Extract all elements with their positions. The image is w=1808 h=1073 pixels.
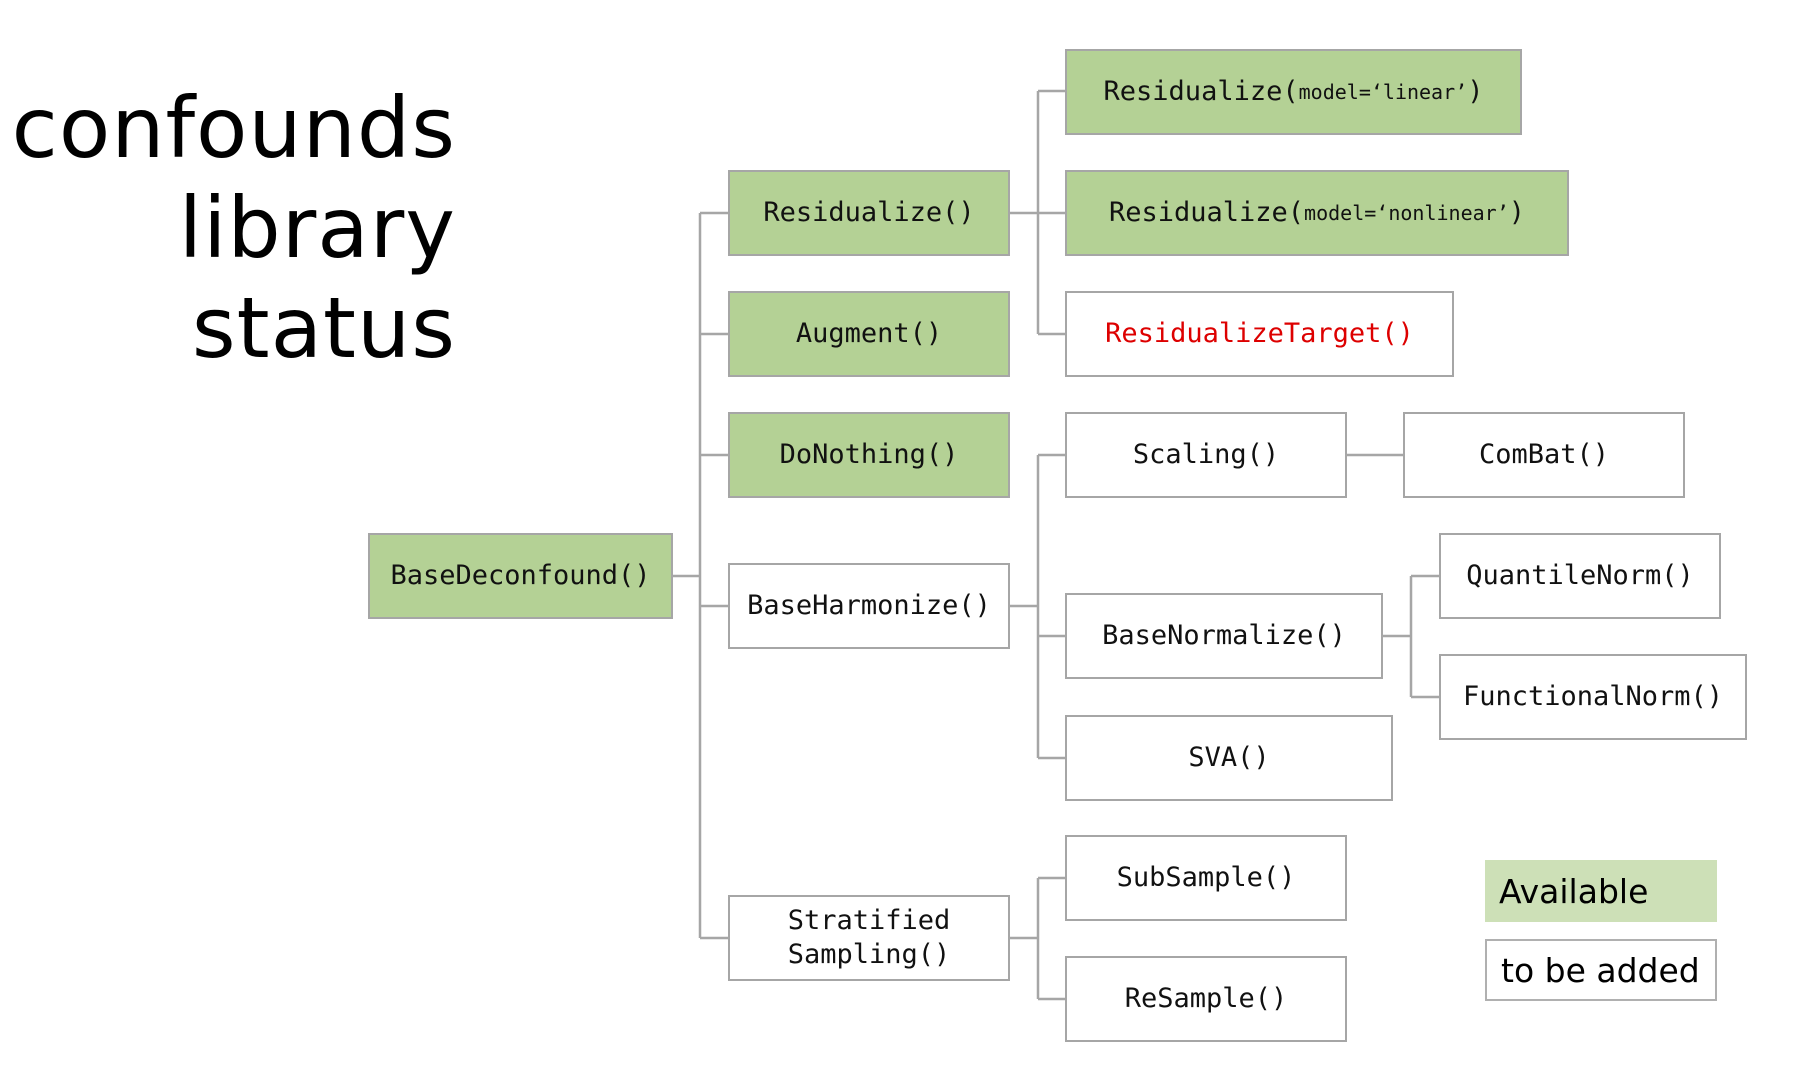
node-arg: model=‘linear’	[1298, 80, 1468, 104]
node-subsample: SubSample()	[1065, 835, 1347, 921]
node-label: Sampling()	[787, 939, 951, 970]
legend-label: Available	[1499, 871, 1649, 911]
node-base-harmonize: BaseHarmonize()	[728, 563, 1010, 649]
node-label: Residualize(	[1108, 197, 1305, 228]
node-base-deconfound: BaseDeconfound()	[368, 533, 673, 619]
node-label: FunctionalNorm()	[1462, 681, 1724, 712]
node-functional-norm: FunctionalNorm()	[1439, 654, 1747, 740]
node-label: BaseDeconfound()	[390, 560, 651, 591]
node-quantile-norm: QuantileNorm()	[1439, 533, 1721, 619]
node-label: Augment()	[795, 318, 943, 349]
node-label: DoNothing()	[779, 439, 959, 470]
node-residualize-nonlinear: Residualize(model=‘nonlinear’)	[1065, 170, 1569, 256]
node-arg: model=‘nonlinear’	[1304, 201, 1509, 225]
node-label: Scaling()	[1132, 439, 1280, 470]
node-label: )	[1508, 197, 1526, 228]
node-residualize: Residualize()	[728, 170, 1010, 256]
legend-label: to be added	[1501, 950, 1700, 990]
node-combat: ComBat()	[1403, 412, 1685, 498]
legend-available: Available	[1485, 860, 1717, 922]
node-label: SVA()	[1188, 742, 1270, 773]
node-resample: ReSample()	[1065, 956, 1347, 1042]
node-stratified-sampling: Stratified Sampling()	[728, 895, 1010, 981]
node-label: Stratified	[787, 905, 951, 936]
node-do-nothing: DoNothing()	[728, 412, 1010, 498]
node-label: Residualize(	[1103, 76, 1299, 107]
node-label: )	[1467, 76, 1484, 107]
node-label: BaseHarmonize()	[747, 590, 991, 621]
node-label: SubSample()	[1116, 862, 1296, 893]
node-label: ResidualizeTarget()	[1105, 318, 1414, 349]
node-label: BaseNormalize()	[1102, 620, 1346, 651]
node-sva: SVA()	[1065, 715, 1393, 801]
node-label: ReSample()	[1124, 983, 1288, 1014]
node-label: ComBat()	[1478, 439, 1610, 470]
node-augment: Augment()	[728, 291, 1010, 377]
node-residualize-target: ResidualizeTarget()	[1065, 291, 1454, 377]
node-residualize-linear: Residualize(model=‘linear’)	[1065, 49, 1522, 135]
node-base-normalize: BaseNormalize()	[1065, 593, 1383, 679]
node-scaling: Scaling()	[1065, 412, 1347, 498]
legend-to-be-added: to be added	[1485, 939, 1717, 1001]
node-label: Residualize()	[763, 197, 975, 228]
node-label: QuantileNorm()	[1466, 560, 1694, 591]
